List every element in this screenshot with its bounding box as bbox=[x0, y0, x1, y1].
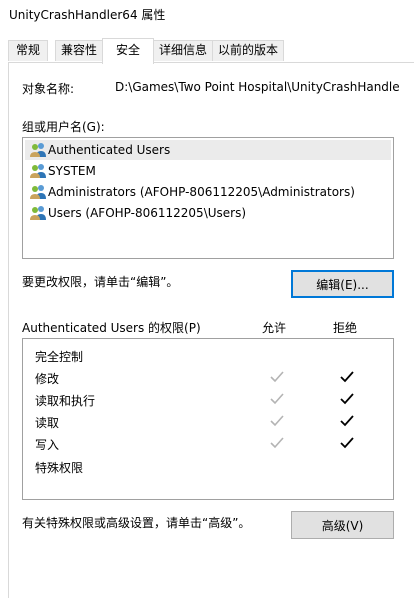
users-group-icon bbox=[30, 143, 46, 157]
permission-row-special: 特殊权限 bbox=[23, 456, 393, 478]
list-item-system[interactable]: SYSTEM bbox=[25, 161, 391, 181]
properties-window: UnityCrashHandler64 属性 常规 兼容性 安全 详细信息 以前… bbox=[0, 0, 416, 598]
tab-general[interactable]: 常规 bbox=[8, 40, 48, 61]
deny-column-header: 拒绝 bbox=[333, 321, 358, 335]
tab-previous-versions[interactable]: 以前的版本 bbox=[212, 40, 284, 61]
users-group-icon bbox=[30, 164, 46, 178]
checkmark-icon bbox=[270, 415, 284, 427]
permission-row-read: 读取 bbox=[23, 411, 393, 433]
list-item-label: Users (AFOHP-806112205\Users) bbox=[48, 206, 247, 220]
permission-name: 特殊权限 bbox=[35, 461, 84, 475]
window-title: UnityCrashHandler64 属性 bbox=[9, 8, 166, 22]
list-item-label: Administrators (AFOHP-806112205\Administ… bbox=[48, 185, 355, 199]
group-list-label: 组或用户名(G): bbox=[22, 120, 105, 134]
tab-details[interactable]: 详细信息 bbox=[153, 40, 213, 61]
object-name-value: D:\Games\Two Point Hospital\UnityCrashHa… bbox=[115, 80, 400, 94]
edit-hint: 要更改权限，请单击“编辑”。 bbox=[22, 275, 179, 289]
tab-compatibility[interactable]: 兼容性 bbox=[55, 40, 103, 61]
object-name-label: 对象名称: bbox=[22, 82, 75, 96]
checkmark-icon bbox=[340, 415, 354, 427]
permission-name: 修改 bbox=[35, 372, 60, 386]
checkmark-icon bbox=[270, 393, 284, 405]
permission-row-modify: 修改 bbox=[23, 367, 393, 389]
advanced-button[interactable]: 高级(V) bbox=[291, 511, 394, 539]
list-item-users[interactable]: Users (AFOHP-806112205\Users) bbox=[25, 203, 391, 223]
advanced-hint: 有关特殊权限或高级设置，请单击“高级”。 bbox=[22, 516, 251, 530]
tab-strip: 常规 兼容性 安全 详细信息 以前的版本 bbox=[0, 38, 416, 64]
permission-row-read-execute: 读取和执行 bbox=[23, 389, 393, 411]
checkmark-icon bbox=[340, 371, 354, 383]
allow-column-header: 允许 bbox=[262, 321, 287, 335]
group-user-list[interactable]: Authenticated Users SYSTEM Administrator… bbox=[22, 137, 394, 259]
edit-button[interactable]: 编辑(E)... bbox=[291, 270, 394, 298]
title-bar: UnityCrashHandler64 属性 bbox=[0, 0, 416, 30]
permission-name: 读取和执行 bbox=[35, 394, 96, 408]
checkmark-icon bbox=[270, 437, 284, 449]
list-item-label: SYSTEM bbox=[48, 164, 96, 178]
permissions-table: 完全控制 修改 读取和执行 读取 写入 特殊权限 bbox=[22, 338, 394, 500]
tab-security[interactable]: 安全 bbox=[102, 38, 154, 64]
checkmark-icon bbox=[270, 371, 284, 383]
checkmark-icon bbox=[340, 393, 354, 405]
permission-row-write: 写入 bbox=[23, 433, 393, 455]
permission-row-full-control: 完全控制 bbox=[23, 345, 393, 367]
users-group-icon bbox=[30, 206, 46, 220]
permission-name: 写入 bbox=[35, 438, 60, 452]
permissions-title: Authenticated Users 的权限(P) bbox=[22, 321, 201, 335]
users-group-icon bbox=[30, 185, 46, 199]
permission-name: 完全控制 bbox=[35, 350, 84, 364]
list-item-label: Authenticated Users bbox=[48, 143, 171, 157]
checkmark-icon bbox=[340, 437, 354, 449]
list-item-administrators[interactable]: Administrators (AFOHP-806112205\Administ… bbox=[25, 182, 391, 202]
list-item-authenticated-users[interactable]: Authenticated Users bbox=[25, 140, 391, 160]
permission-name: 读取 bbox=[35, 416, 60, 430]
